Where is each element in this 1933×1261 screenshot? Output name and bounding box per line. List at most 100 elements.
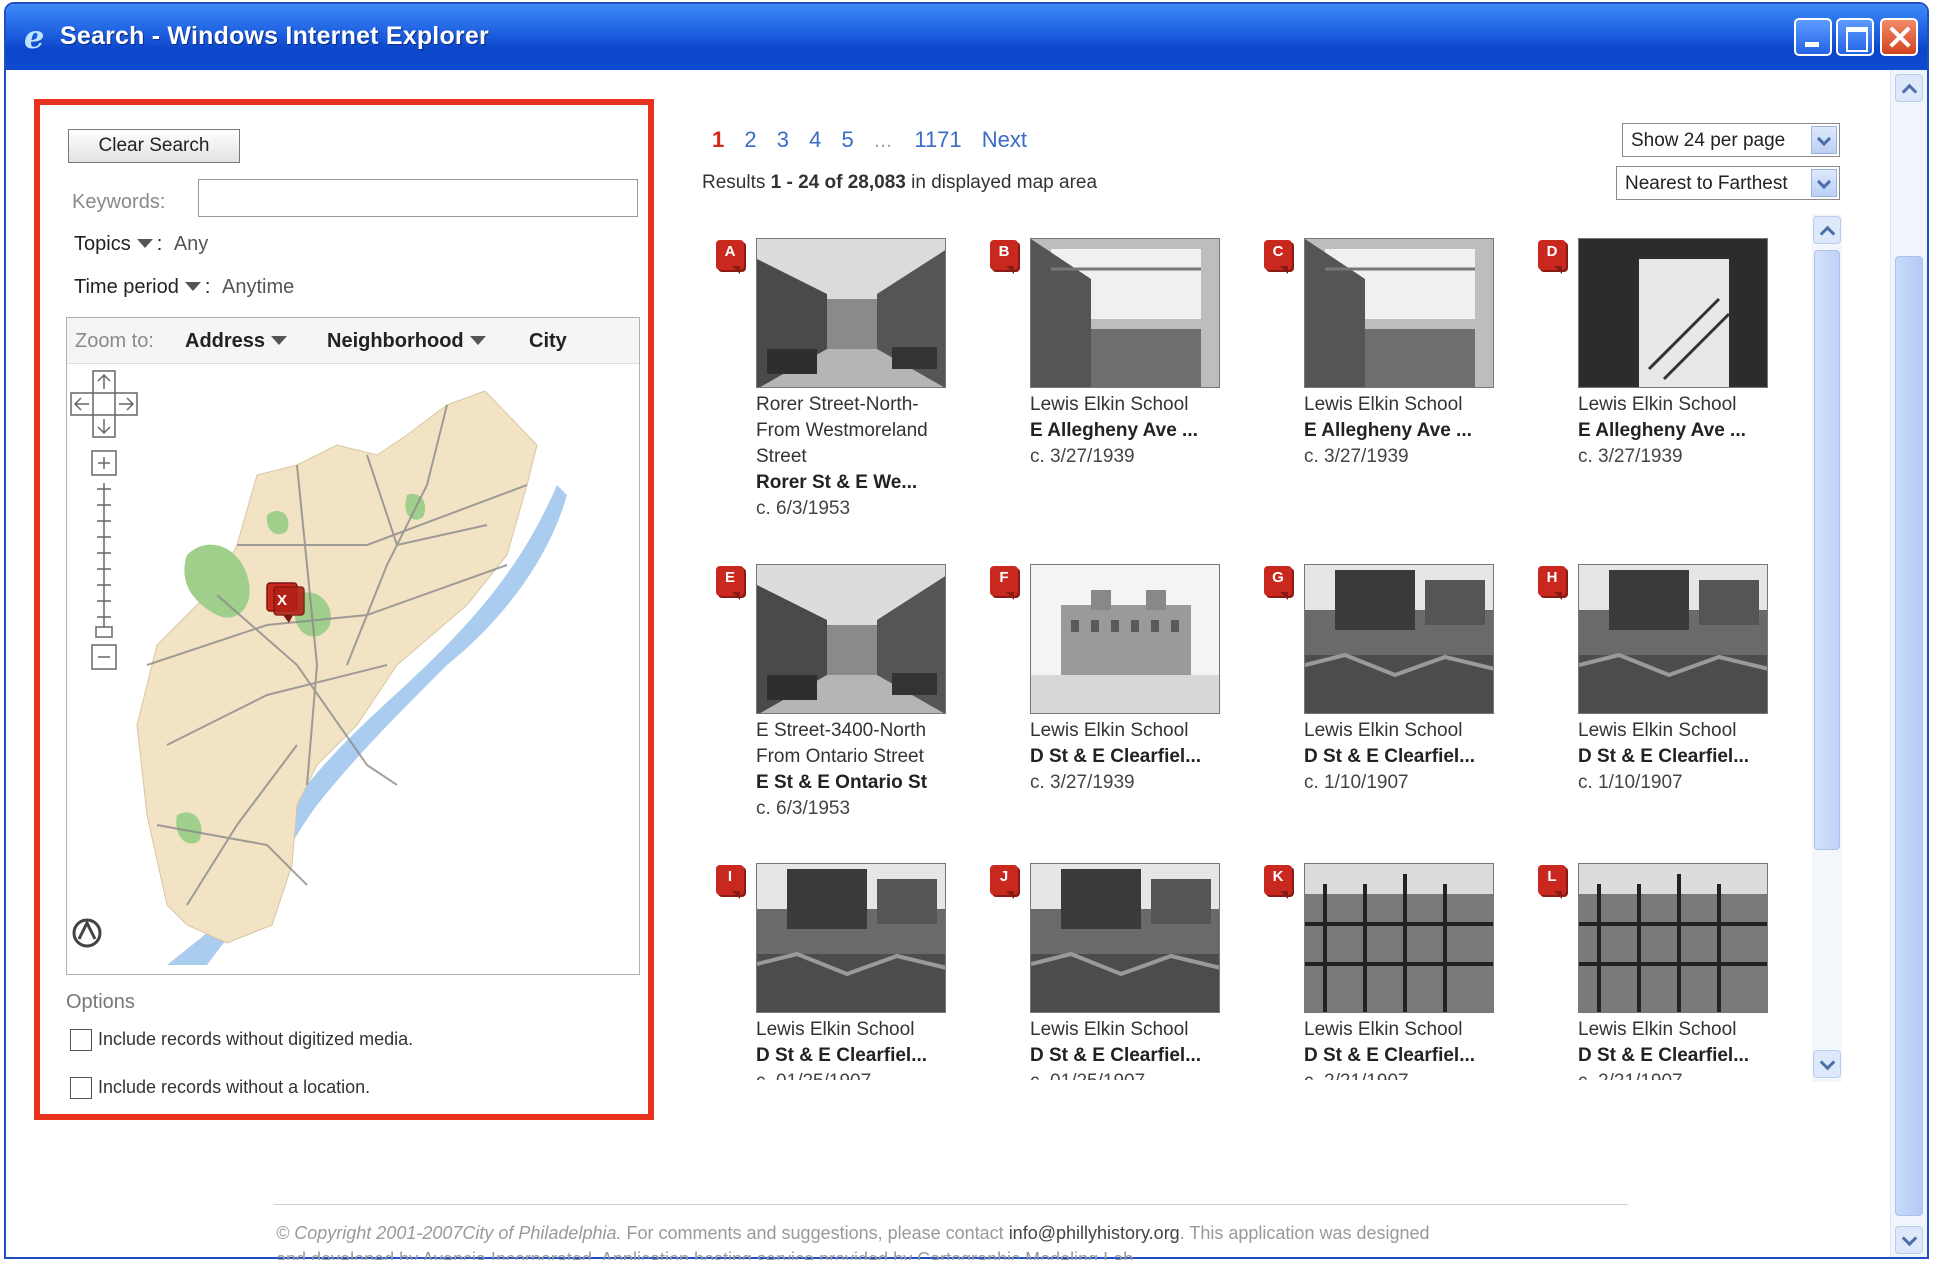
footer-credits: and developed by Avencia Incorporated. A… <box>276 1249 1139 1260</box>
result-marker-icon[interactable]: A <box>716 240 744 274</box>
result-marker-icon[interactable]: G <box>1264 566 1292 600</box>
zoom-neighborhood-dropdown[interactable]: Neighborhood <box>327 330 490 353</box>
include-no-location-label: Include records without a location. <box>98 1077 371 1097</box>
result-marker-icon[interactable]: H <box>1538 566 1566 600</box>
sort-order-select[interactable]: Nearest to Farthest <box>1616 166 1840 200</box>
keywords-input[interactable] <box>198 179 638 217</box>
map-panel[interactable]: Zoom to: Address Neighborhood City X <box>66 317 640 975</box>
result-title-link[interactable]: Lewis Elkin School <box>1030 392 1244 418</box>
result-title-link[interactable]: Lewis Elkin School <box>1578 392 1792 418</box>
close-button[interactable] <box>1880 18 1918 56</box>
page-link[interactable]: 4 <box>809 127 821 152</box>
chevron-down-icon[interactable] <box>136 239 153 249</box>
result-thumbnail[interactable] <box>1030 564 1220 714</box>
result-marker-icon[interactable]: J <box>990 865 1018 899</box>
scroll-down-icon[interactable] <box>1813 1050 1841 1078</box>
result-card[interactable]: B Lewis Elkin School E Allegheny Ave ... c.… <box>974 230 1244 530</box>
result-marker-icon[interactable]: C <box>1264 240 1292 274</box>
page-scroll-thumb[interactable] <box>1895 256 1923 1216</box>
result-date: c. 1/10/1907 <box>1304 772 1409 793</box>
result-thumbnail[interactable] <box>1578 564 1768 714</box>
page-current: 1 <box>712 127 725 152</box>
time-period-filter: Time period: Anytime <box>74 276 294 299</box>
topics-filter: Topics: Any <box>74 233 208 256</box>
result-title-link[interactable]: Lewis Elkin School <box>756 1017 970 1043</box>
result-thumbnail[interactable] <box>1304 238 1494 388</box>
result-card[interactable]: D Lewis Elkin School E Allegheny Ave ... c.… <box>1522 230 1792 530</box>
result-thumbnail[interactable] <box>1030 863 1220 1013</box>
results-scroll-thumb[interactable] <box>1814 250 1840 850</box>
page-link-last[interactable]: 1171 <box>914 127 961 152</box>
result-title-link[interactable]: Lewis Elkin School <box>1578 1017 1792 1043</box>
result-card[interactable]: G Lewis Elkin School D St & E Clearfiel...… <box>1248 556 1518 856</box>
footer-email-link[interactable]: info@phillyhistory.org <box>1009 1223 1180 1243</box>
pan-control[interactable] <box>70 370 138 438</box>
results-scrollbar[interactable] <box>1812 214 1842 1082</box>
result-card[interactable]: K Lewis Elkin School D St & E Clearfiel...… <box>1248 855 1518 1080</box>
result-marker-icon[interactable]: B <box>990 240 1018 274</box>
result-title-link[interactable]: Street <box>756 444 970 470</box>
topics-dropdown[interactable]: Topics <box>74 233 131 255</box>
page-link[interactable]: 5 <box>842 127 854 152</box>
zoom-city-link[interactable]: City <box>529 330 567 353</box>
result-title-link[interactable]: E Street-3400-North <box>756 718 970 744</box>
scroll-up-icon[interactable] <box>1895 74 1923 102</box>
scroll-up-icon[interactable] <box>1813 216 1841 244</box>
zoom-slider-handle[interactable] <box>95 626 113 638</box>
include-undigitized-option[interactable]: Include records without digitized media. <box>70 1029 413 1052</box>
result-marker-icon[interactable]: I <box>716 865 744 899</box>
page-link[interactable]: 2 <box>744 127 756 152</box>
result-card[interactable]: H Lewis Elkin School D St & E Clearfiel...… <box>1522 556 1792 856</box>
result-thumbnail[interactable] <box>1030 238 1220 388</box>
zoom-address-dropdown[interactable]: Address <box>185 330 291 353</box>
chevron-down-icon[interactable] <box>1811 126 1837 154</box>
result-marker-icon[interactable]: E <box>716 566 744 600</box>
result-card[interactable]: A Rorer Street-North- From Westmoreland Str… <box>700 230 970 530</box>
compass-icon <box>72 918 102 948</box>
result-thumbnail[interactable] <box>756 564 946 714</box>
result-title-link[interactable]: Lewis Elkin School <box>1030 718 1244 744</box>
result-thumbnail[interactable] <box>756 238 946 388</box>
result-date: c. 3/27/1939 <box>1578 446 1683 467</box>
result-card[interactable]: C Lewis Elkin School E Allegheny Ave ... c.… <box>1248 230 1518 530</box>
result-thumbnail[interactable] <box>1304 863 1494 1013</box>
result-title-link[interactable]: From Westmoreland <box>756 418 970 444</box>
result-title-link[interactable]: Lewis Elkin School <box>1578 718 1792 744</box>
zoom-neighborhood-label: Neighborhood <box>327 330 464 352</box>
result-marker-icon[interactable]: L <box>1538 865 1566 899</box>
result-thumbnail[interactable] <box>1578 238 1768 388</box>
scroll-down-icon[interactable] <box>1895 1226 1923 1254</box>
result-thumbnail[interactable] <box>1304 564 1494 714</box>
result-thumbnail[interactable] <box>1578 863 1768 1013</box>
include-undigitized-checkbox[interactable] <box>70 1029 92 1052</box>
result-title-link[interactable]: Lewis Elkin School <box>1030 1017 1244 1043</box>
philadelphia-map[interactable]: X <box>67 365 640 975</box>
minimize-button[interactable] <box>1794 18 1832 56</box>
zoom-control[interactable] <box>91 450 117 670</box>
result-card[interactable]: J Lewis Elkin School D St & E Clearfiel...… <box>974 855 1244 1080</box>
chevron-down-icon[interactable] <box>1811 169 1837 197</box>
clear-search-button[interactable]: Clear Search <box>68 129 240 163</box>
result-card[interactable]: I Lewis Elkin School D St & E Clearfiel...… <box>700 855 970 1080</box>
result-card[interactable]: E E Street-3400-North From Ontario Street E… <box>700 556 970 856</box>
result-card[interactable]: L Lewis Elkin School D St & E Clearfiel...… <box>1522 855 1792 1080</box>
maximize-button[interactable] <box>1836 18 1874 56</box>
per-page-select[interactable]: Show 24 per page <box>1622 123 1840 157</box>
result-title-link[interactable]: Lewis Elkin School <box>1304 718 1518 744</box>
result-card[interactable]: F Lewis Elkin School D St & E Clearfiel...… <box>974 556 1244 856</box>
result-marker-icon[interactable]: K <box>1264 865 1292 899</box>
result-marker-icon[interactable]: D <box>1538 240 1566 274</box>
result-thumbnail[interactable] <box>756 863 946 1013</box>
result-marker-icon[interactable]: F <box>990 566 1018 600</box>
result-title-link[interactable]: Rorer Street-North- <box>756 392 970 418</box>
result-title-link[interactable]: Lewis Elkin School <box>1304 1017 1518 1043</box>
page-scrollbar[interactable] <box>1890 70 1927 1257</box>
result-title-link[interactable]: Lewis Elkin School <box>1304 392 1518 418</box>
page-link[interactable]: 3 <box>777 127 789 152</box>
next-page-link[interactable]: Next <box>982 127 1027 152</box>
include-no-location-checkbox[interactable] <box>70 1077 92 1100</box>
time-period-dropdown[interactable]: Time period <box>74 276 179 298</box>
result-title-link[interactable]: From Ontario Street <box>756 744 970 770</box>
include-no-location-option[interactable]: Include records without a location. <box>70 1077 371 1100</box>
chevron-down-icon[interactable] <box>184 282 201 292</box>
